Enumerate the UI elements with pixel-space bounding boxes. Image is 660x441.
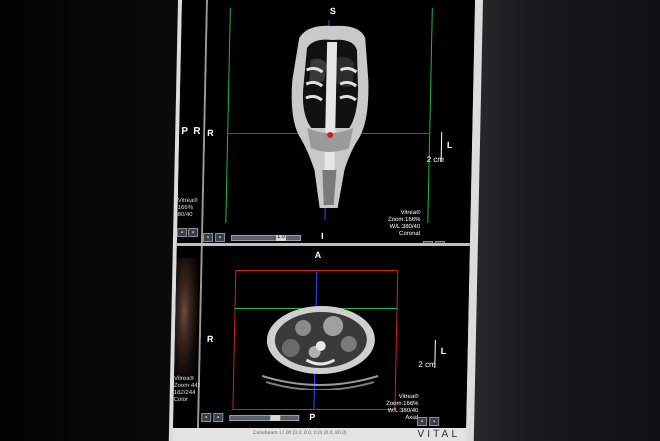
room-background	[470, 0, 660, 441]
orientation-label-p: P	[181, 126, 189, 137]
tool-button[interactable]: ▪	[213, 412, 224, 422]
orientation-label-r: R	[193, 126, 201, 137]
crosshair-green-left	[225, 8, 231, 223]
footer-status-text: Conebeam 17.00 (0.0, 0.0, 0.0) (0.0, 80.…	[252, 430, 347, 436]
info-line: W/L:380/40	[387, 408, 419, 414]
orientation-label-right-axial: R	[206, 334, 214, 344]
viewer-screen: P R Vitrea® 166% 80/40 ▪ ▪ R Vitrea® Zoo…	[173, 0, 476, 428]
tool-button[interactable]: ▪	[177, 228, 188, 237]
info-line: 166%	[177, 205, 194, 211]
tool-button[interactable]: ▪	[188, 228, 199, 237]
axial-toolbar-right: ▪ ▪	[417, 416, 440, 426]
tool-button[interactable]: ▪	[429, 416, 440, 426]
info-line: Zoom:166%	[386, 401, 419, 407]
scale-label: 2 cm	[426, 155, 445, 164]
orientation-label-posterior: P	[309, 412, 316, 422]
tool-button[interactable]: ▪	[201, 412, 212, 422]
orientation-label-anterior: A	[314, 250, 322, 260]
axial-ct-image	[261, 306, 379, 390]
monitor: P R Vitrea® 166% 80/40 ▪ ▪ R Vitrea® Zoo…	[168, 0, 483, 441]
coronal-ct-image	[291, 25, 369, 208]
slice-slider[interactable]	[230, 235, 302, 241]
info-line: Vitrea®	[177, 198, 198, 204]
coronal-toolbar: ▪ ▪	[202, 232, 226, 242]
crosshair-green-right	[427, 8, 433, 223]
orientation-label-superior: S	[329, 6, 336, 16]
coronal-viewport[interactable]: S R L I 2 cm Vitrea® Zoom:166% W/L:380/4…	[202, 0, 475, 250]
slice-slider-axial[interactable]	[229, 415, 300, 421]
info-line: Vitrea®	[400, 210, 421, 216]
tool-button[interactable]: ▪	[202, 232, 214, 242]
left-toolbar: ▪ ▪	[177, 228, 199, 237]
left-top-info: Vitrea® 166% 80/40	[177, 198, 197, 219]
tool-button[interactable]: ▪	[417, 416, 428, 426]
coronal-info-overlay: Vitrea® Zoom:166% W/L:380/40 Coronal	[388, 210, 421, 238]
info-line: Coronal	[399, 231, 421, 237]
info-line: Axial	[405, 415, 419, 421]
orientation-label-inferior: I	[320, 231, 324, 241]
vital-brand-logo: VITAL	[417, 429, 461, 440]
slider-value: 1.0	[276, 234, 286, 240]
scale-label-axial: 2 cm	[418, 360, 436, 369]
tool-button[interactable]: ▪	[214, 232, 226, 242]
axial-info-overlay: Vitrea® Zoom:166% W/L:380/40 Axial	[386, 394, 419, 422]
left-thumbnail-image	[174, 258, 199, 378]
orientation-label-right: R	[207, 128, 214, 138]
info-line: Zoom:166%	[387, 217, 421, 223]
info-line: 80/40	[177, 212, 193, 218]
orientation-label-left-axial: L	[440, 346, 447, 356]
monitor-bezel-bottom: Conebeam 17.00 (0.0, 0.0, 0.0) (0.0, 80.…	[172, 428, 467, 441]
orientation-label-left: L	[446, 140, 453, 150]
info-line: Vitrea®	[398, 394, 419, 400]
axial-viewport[interactable]: A R L P 2 cm Vitrea® Zoom:166% W/L:380/4…	[199, 246, 470, 428]
info-line: W/L:380/40	[389, 224, 421, 230]
axial-toolbar: ▪ ▪	[201, 412, 224, 422]
slider-thumb[interactable]	[270, 415, 281, 421]
